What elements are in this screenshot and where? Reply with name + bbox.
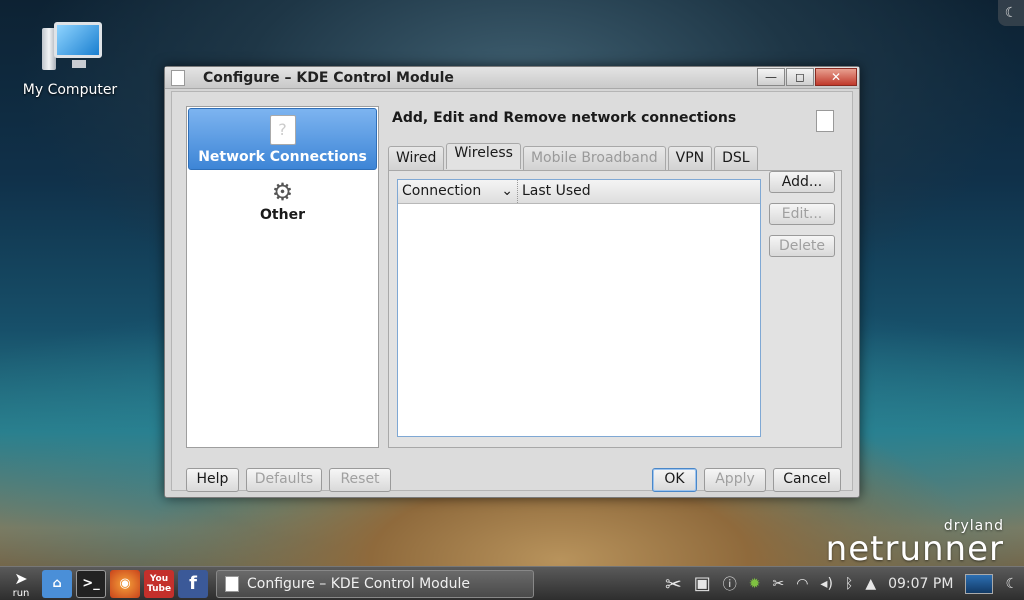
sidebar-item-other[interactable]: ⚙ Other — [187, 171, 378, 233]
volume-icon[interactable]: ◂) — [820, 576, 833, 592]
help-button[interactable]: Help — [186, 468, 239, 492]
column-header-connection[interactable]: Connection ⌄ — [398, 180, 518, 203]
home-folder-icon[interactable]: ⌂ — [42, 569, 72, 598]
facebook-icon[interactable]: f — [178, 569, 208, 598]
close-button[interactable]: ✕ — [815, 67, 857, 86]
start-label: run — [12, 587, 30, 599]
tools-icon: ⚙ — [271, 178, 294, 206]
arrow-icon: ➤ — [14, 568, 28, 588]
desktop-toolbox-icon[interactable]: ☾ — [998, 0, 1024, 26]
sidebar-item-label: Network Connections — [198, 149, 367, 165]
wireless-icon[interactable]: ◠ — [796, 576, 808, 592]
page-title: Add, Edit and Remove network connections — [392, 110, 737, 126]
ok-button[interactable]: OK — [652, 468, 697, 492]
brand-logo: dryland netrunner — [825, 518, 1004, 569]
module-sidebar: Network Connections ⚙ Other — [186, 106, 379, 448]
chevron-down-icon: ⌄ — [501, 183, 513, 199]
desktop-icon-label: My Computer — [22, 82, 118, 98]
column-header-last-used[interactable]: Last Used — [518, 180, 760, 203]
column-header-label: Connection — [402, 183, 482, 199]
window-app-icon[interactable] — [171, 69, 185, 86]
maximize-button[interactable]: ◻ — [786, 67, 814, 86]
help-document-icon[interactable] — [816, 110, 834, 132]
firefox-icon[interactable]: ◉ — [110, 569, 140, 598]
defaults-button: Defaults — [246, 468, 322, 492]
tab-vpn[interactable]: VPN — [667, 146, 713, 170]
show-desktop-icon[interactable] — [965, 573, 994, 594]
tab-mobile-broadband: Mobile Broadband — [522, 146, 666, 170]
panel-toolbox-icon[interactable]: ☾ — [1005, 576, 1018, 592]
window-title: Configure – KDE Control Module — [203, 69, 454, 86]
bluetooth-icon[interactable]: ᛒ — [845, 576, 853, 592]
tab-wireless[interactable]: Wireless — [446, 143, 521, 169]
window-titlebar[interactable]: Configure – KDE Control Module — ◻ ✕ — [165, 67, 859, 89]
sidebar-item-network-connections[interactable]: Network Connections — [188, 108, 377, 170]
start-menu-button[interactable]: ➤ run — [4, 568, 38, 599]
clipboard-scissors-icon[interactable]: ✂ — [772, 576, 784, 592]
wireless-tab-pane: Connection ⌄ Last Used Add... Edit... De… — [388, 170, 842, 448]
add-button[interactable]: Add... — [769, 171, 835, 193]
tab-dsl[interactable]: DSL — [714, 146, 758, 170]
package-icon[interactable]: ▣ — [694, 573, 711, 594]
task-title: Configure – KDE Control Module — [247, 575, 470, 592]
window-body: Network Connections ⚙ Other Add, Edit an… — [171, 91, 853, 492]
apply-button: Apply — [704, 468, 766, 492]
tools-icon[interactable]: ✂ — [665, 572, 682, 596]
sidebar-item-label: Other — [260, 207, 305, 223]
window-app-icon — [225, 575, 239, 592]
brand-big: netrunner — [825, 529, 1004, 569]
desktop-icon-my-computer[interactable]: My Computer — [22, 18, 118, 98]
edit-button: Edit... — [769, 203, 835, 225]
taskbar: ➤ run ⌂ >_ ◉ You Tube f Configure – KDE … — [0, 566, 1024, 600]
reset-button: Reset — [329, 468, 391, 492]
clock[interactable]: 09:07 PM — [888, 576, 953, 592]
cancel-button[interactable]: Cancel — [773, 468, 841, 492]
taskbar-task-kcm[interactable]: Configure – KDE Control Module — [216, 569, 534, 598]
update-gear-icon[interactable]: ✹ — [749, 576, 761, 592]
terminal-icon[interactable]: >_ — [76, 569, 106, 598]
tab-bar: Wired Wireless Mobile Broadband VPN DSL — [388, 143, 760, 170]
kcm-window: Configure – KDE Control Module — ◻ ✕ Net… — [164, 66, 860, 498]
info-icon[interactable]: ⓘ — [723, 574, 737, 594]
system-tray: ✂ ▣ ⓘ ✹ ✂ ◠ ◂) ᛒ ▲ 09:07 PM ☾ — [659, 572, 1024, 596]
delete-button: Delete — [769, 235, 835, 257]
list-header: Connection ⌄ Last Used — [398, 180, 760, 204]
youtube-icon[interactable]: You Tube — [144, 569, 174, 598]
tab-wired[interactable]: Wired — [388, 146, 445, 170]
document-icon — [269, 115, 296, 145]
computer-icon — [38, 18, 102, 76]
minimize-button[interactable]: — — [757, 67, 785, 86]
notifications-icon[interactable]: ▲ — [865, 576, 876, 592]
connection-list[interactable]: Connection ⌄ Last Used — [397, 179, 761, 437]
